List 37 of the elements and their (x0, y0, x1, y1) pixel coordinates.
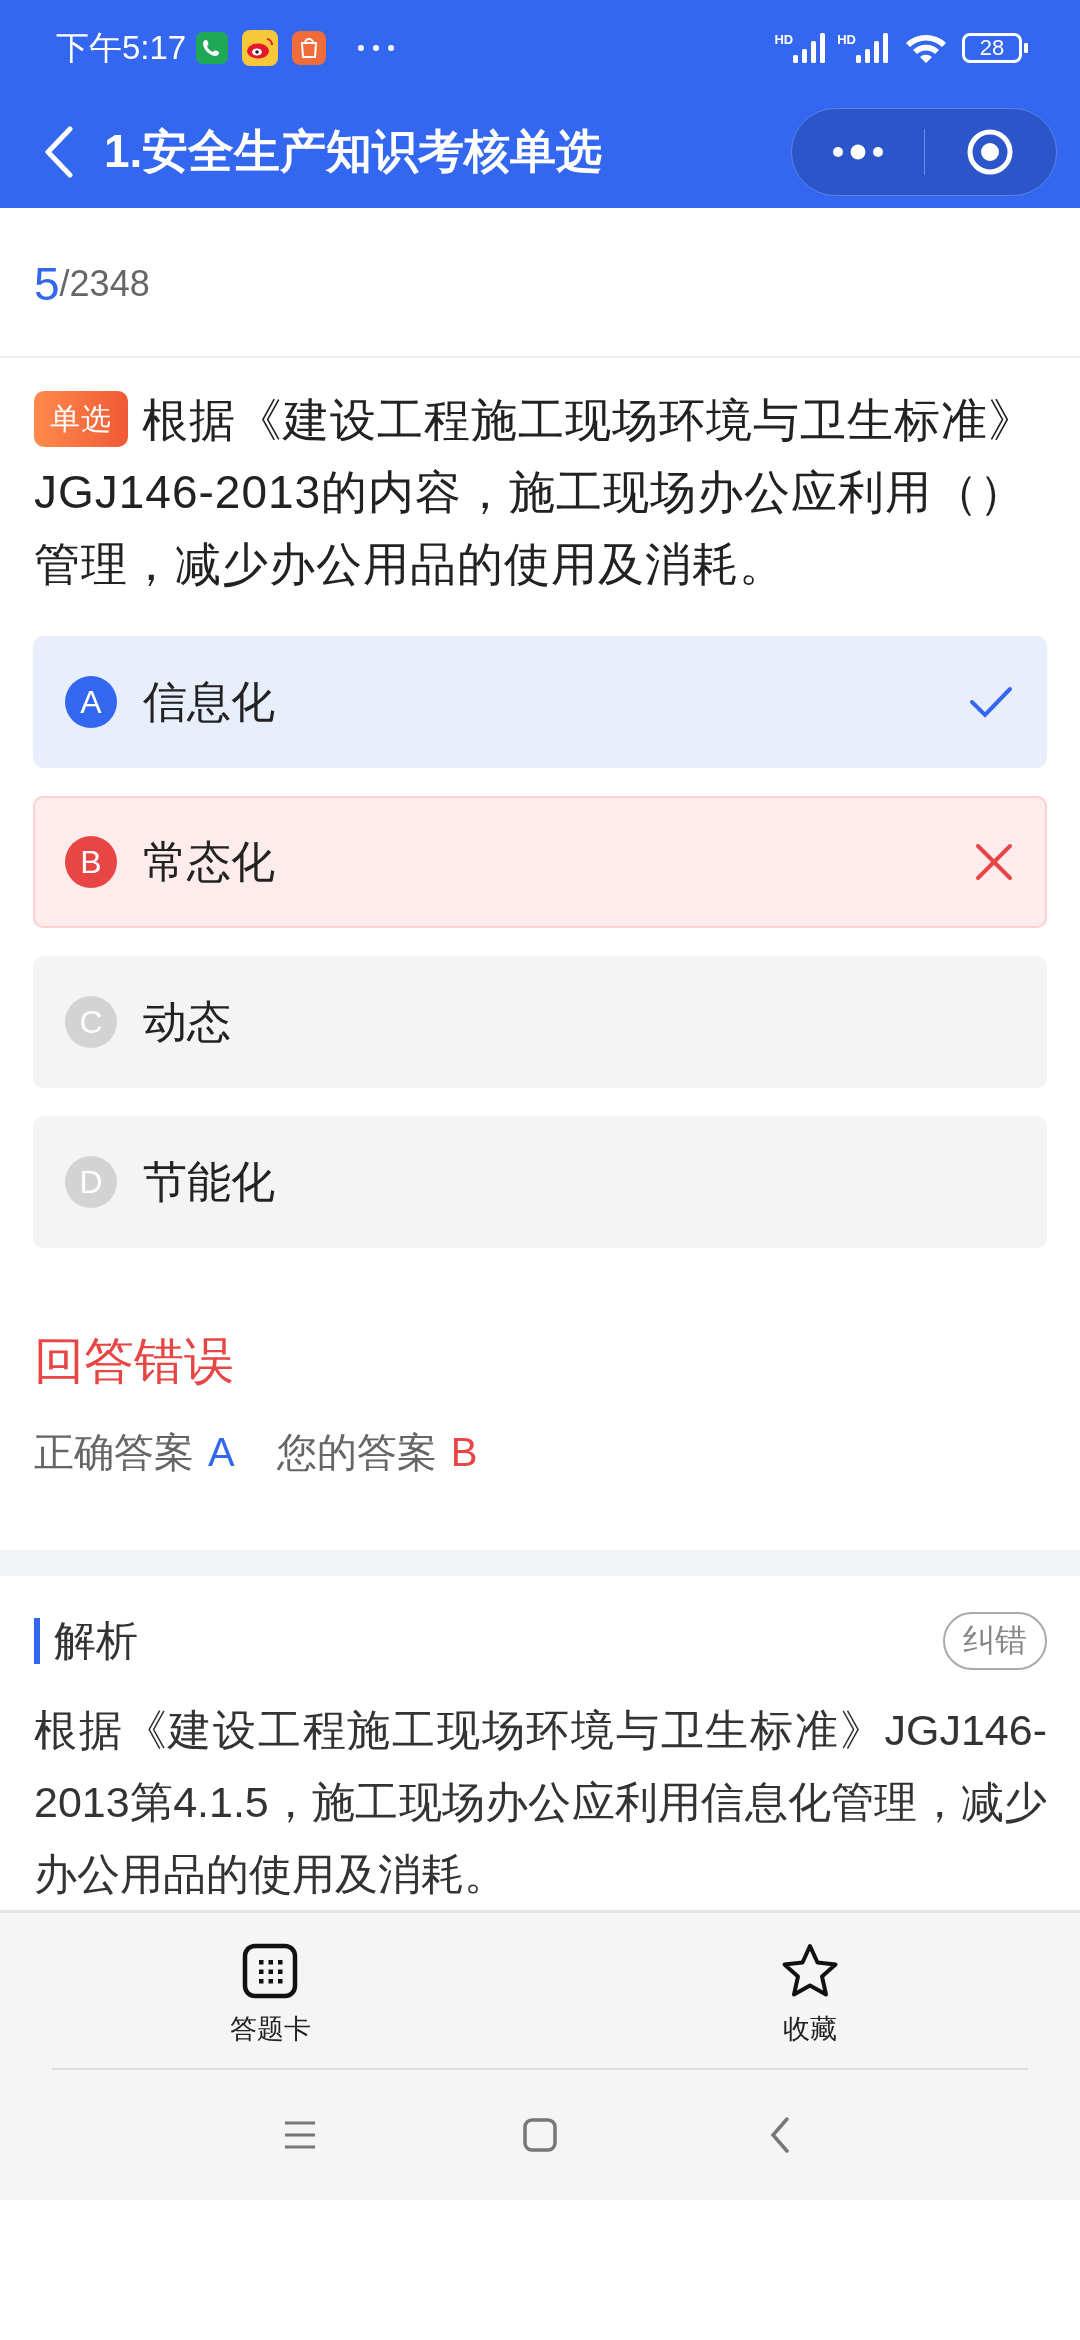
tab-bar-button[interactable]: 收藏 (540, 1919, 1080, 2070)
analysis-text: 根据《建设工程施工现场环境与卫生标准》JGJ146-2013第4.1.5，施工现场办公应利用信息化管理，减少办公用品的使用及消耗。 (34, 1705, 1047, 1900)
question-text: 单选 根据《建设工程施工现场环境与卫生标准》JGJ146-2013的内容，施工现场办公应利用（）管理，减少办公用品的使用及消耗。 (34, 384, 1050, 600)
total-question-count: /2348 (59, 263, 150, 305)
signal-icon (793, 33, 828, 63)
phone-app-icon (196, 32, 229, 64)
star-icon (781, 1942, 839, 1999)
current-question-number: 5 (34, 257, 60, 311)
your-answer-value: B (450, 1430, 478, 1474)
section-marker (34, 1618, 40, 1664)
network-label: HD (774, 33, 794, 46)
analysis-title: 解析 (54, 1616, 139, 1666)
target-icon (966, 128, 1015, 176)
option-letter: A (65, 676, 117, 728)
more-notifications-icon (356, 43, 397, 53)
cross-icon (975, 843, 1013, 881)
question-type-tag: 单选 (34, 391, 128, 447)
correct-answer-value: A (208, 1430, 235, 1474)
status-time: 下午5:17 (56, 27, 187, 68)
shopping-bag-app-icon (292, 31, 327, 65)
tab-bar-button[interactable]: 答题卡 (0, 1919, 540, 2070)
result-title: 回答错误 (34, 1332, 235, 1391)
check-icon (969, 685, 1013, 719)
report-error-button[interactable]: 纠错 (943, 1612, 1047, 1670)
answer-option[interactable]: B 常态化 (33, 796, 1047, 928)
back-icon (769, 2117, 791, 2153)
answer-option[interactable]: A 信息化 (33, 636, 1047, 768)
grid-icon (242, 1942, 298, 1999)
home-icon (523, 2118, 557, 2152)
page-title: 1.安全生产知识考核单选 (104, 124, 604, 179)
correct-answer-label: 正确答案 (34, 1430, 194, 1474)
signal-icon (856, 33, 890, 63)
back-icon (44, 126, 74, 178)
option-letter: B (65, 836, 117, 888)
menu-icon (283, 2119, 317, 2151)
network-label: HD (837, 33, 856, 46)
your-answer-label: 您的答案 (276, 1430, 437, 1474)
